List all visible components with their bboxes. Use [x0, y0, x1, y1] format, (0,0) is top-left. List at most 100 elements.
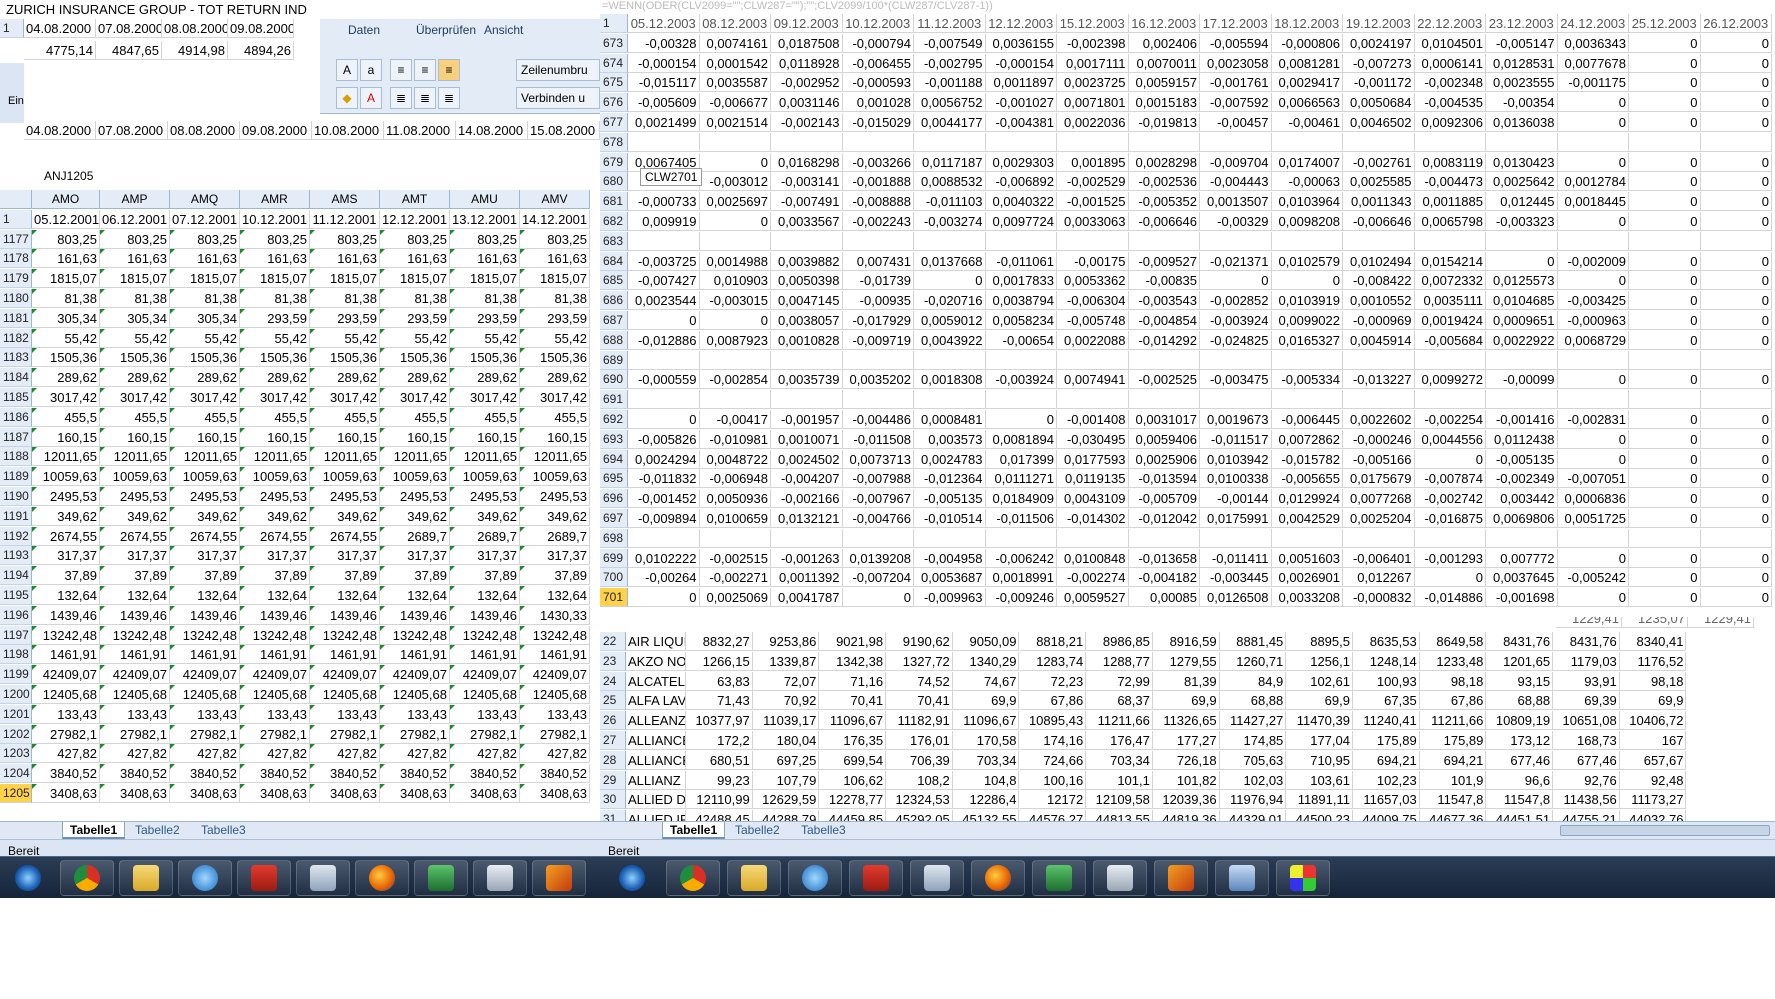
return-cell[interactable]: -0,006646 [1343, 212, 1415, 231]
return-cell[interactable] [1557, 231, 1629, 251]
return-cell[interactable]: 0 [1629, 33, 1701, 53]
price-cell[interactable]: 68,37 [1086, 691, 1153, 711]
header-date-cell[interactable]: 08.12.2003 [699, 14, 771, 33]
return-cell[interactable]: 0 [1700, 271, 1772, 291]
price-cell[interactable]: 176,35 [819, 731, 887, 750]
return-cell[interactable] [1700, 350, 1772, 370]
data-cell[interactable]: 427,82 [450, 744, 520, 764]
data-cell[interactable]: 132,64 [100, 586, 170, 605]
price-cell[interactable]: 677,46 [1486, 750, 1554, 770]
price-cell[interactable]: 167 [1619, 731, 1687, 750]
price-cell[interactable]: 11657,03 [1353, 790, 1420, 810]
return-cell[interactable]: 0,0035739 [771, 370, 843, 390]
company-name-cell[interactable]: ALLEANZA [626, 711, 686, 731]
data-cell[interactable]: 12405,68 [240, 685, 310, 704]
data-cell[interactable]: 37,89 [240, 566, 310, 586]
price-cell[interactable]: 175,89 [1419, 731, 1487, 750]
sheet-tab[interactable]: Tabelle3 [194, 822, 253, 839]
price-cell[interactable]: 174,16 [1019, 731, 1087, 750]
header-date-cell[interactable]: 07.12.2001 [170, 209, 240, 229]
data-cell[interactable]: 81,38 [32, 289, 100, 308]
data-cell[interactable]: 803,25 [450, 229, 520, 249]
row-number[interactable]: 22 [600, 632, 626, 651]
return-cell[interactable] [1200, 528, 1272, 548]
data-cell[interactable]: 803,25 [32, 229, 100, 249]
return-cell[interactable]: -0,00063 [1271, 172, 1343, 192]
data-cell[interactable]: 27982,1 [310, 724, 380, 744]
return-cell[interactable]: 0,0025697 [699, 192, 771, 212]
row-number[interactable]: 677 [600, 113, 628, 132]
price-cell[interactable]: 9190,62 [886, 632, 953, 651]
return-cell[interactable]: 0,0008481 [914, 410, 986, 429]
return-cell[interactable] [628, 350, 700, 370]
data-cell[interactable]: 293,59 [450, 308, 520, 328]
return-cell[interactable]: -0,011411 [1200, 548, 1272, 568]
return-cell[interactable]: -0,009963 [914, 588, 986, 608]
return-cell[interactable]: -0,005147 [1486, 33, 1558, 53]
return-cell[interactable]: 0,0077678 [1557, 53, 1629, 73]
data-cell[interactable]: 12011,65 [240, 447, 310, 467]
price-cell[interactable]: 81,39 [1152, 671, 1220, 691]
ribbon-tab[interactable]: Ansicht [484, 23, 523, 37]
return-cell[interactable]: -0,007491 [771, 192, 843, 212]
align-left-button[interactable]: ≣ [390, 87, 412, 109]
return-cell[interactable]: 0 [1700, 469, 1772, 489]
data-cell[interactable]: 455,5 [520, 407, 590, 427]
return-cell[interactable]: 0,0128531 [1486, 53, 1558, 73]
row-number[interactable]: 675 [600, 73, 628, 93]
data-cell[interactable]: 3408,63 [310, 784, 380, 803]
data-cell[interactable]: 427,82 [170, 744, 240, 764]
return-cell[interactable]: 0 [1414, 568, 1486, 588]
return-cell[interactable]: -0,005826 [628, 429, 700, 449]
data-cell[interactable]: 132,64 [240, 586, 310, 605]
data-cell[interactable]: 133,43 [32, 704, 100, 724]
data-cell[interactable]: 317,37 [450, 546, 520, 566]
price-cell[interactable]: 67,86 [1419, 691, 1487, 711]
return-cell[interactable]: 0,0015183 [1128, 93, 1200, 113]
data-cell[interactable]: 132,64 [310, 586, 380, 605]
row-number[interactable]: 673 [600, 33, 628, 53]
taskbar-button[interactable] [605, 860, 659, 896]
return-cell[interactable]: 0 [628, 311, 700, 330]
return-cell[interactable]: -0,030495 [1057, 429, 1129, 449]
data-cell[interactable]: 289,62 [32, 368, 100, 388]
price-cell[interactable]: 12172 [1019, 790, 1087, 810]
price-cell[interactable]: 8986,85 [1086, 632, 1153, 651]
return-cell[interactable]: 0,0025642 [1486, 172, 1558, 192]
return-cell[interactable]: 0,0029417 [1271, 73, 1343, 93]
data-cell[interactable]: 10059,63 [310, 467, 380, 487]
return-cell[interactable]: -0,006948 [699, 469, 771, 489]
price-cell[interactable]: 11976,94 [1219, 790, 1287, 810]
return-cell[interactable]: -0,002166 [771, 489, 843, 509]
return-cell[interactable]: 0 [1700, 33, 1772, 53]
return-cell[interactable]: 0,0035587 [699, 73, 771, 93]
row-number[interactable]: 1196 [0, 605, 32, 625]
data-cell[interactable]: 1505,36 [240, 348, 310, 368]
return-cell[interactable]: 0,0071801 [1057, 93, 1129, 113]
return-cell[interactable]: -0,00175 [1057, 251, 1129, 271]
increase-font-button[interactable]: A [336, 59, 358, 81]
return-cell[interactable]: 0,0073713 [842, 449, 914, 469]
data-cell[interactable]: 13242,48 [380, 625, 450, 645]
data-cell[interactable]: 42409,07 [170, 665, 240, 685]
data-cell[interactable]: 27982,1 [520, 724, 590, 744]
return-cell[interactable]: 0 [1700, 93, 1772, 113]
row-number[interactable]: 28 [600, 750, 626, 770]
data-cell[interactable]: 42409,07 [100, 665, 170, 685]
price-cell[interactable]: 68,88 [1486, 691, 1554, 711]
row-number[interactable]: 26 [600, 711, 626, 731]
data-cell[interactable]: 161,63 [240, 249, 310, 269]
return-cell[interactable]: 0,0119135 [1057, 469, 1129, 489]
taskbar-button[interactable] [178, 860, 232, 896]
row-number[interactable]: 29 [600, 770, 626, 790]
data-cell[interactable]: 133,43 [380, 704, 450, 724]
data-cell[interactable]: 160,15 [170, 427, 240, 447]
price-cell[interactable]: 11173,27 [1619, 790, 1687, 810]
return-cell[interactable]: -0,004473 [1414, 172, 1486, 192]
return-cell[interactable]: 0,0132121 [771, 509, 843, 528]
data-cell[interactable]: 12405,68 [450, 685, 520, 704]
data-cell[interactable]: 81,38 [380, 289, 450, 308]
header-date-cell[interactable]: 11.12.2001 [310, 209, 380, 229]
data-cell[interactable]: 305,34 [100, 308, 170, 328]
data-cell[interactable]: 1815,07 [380, 269, 450, 289]
